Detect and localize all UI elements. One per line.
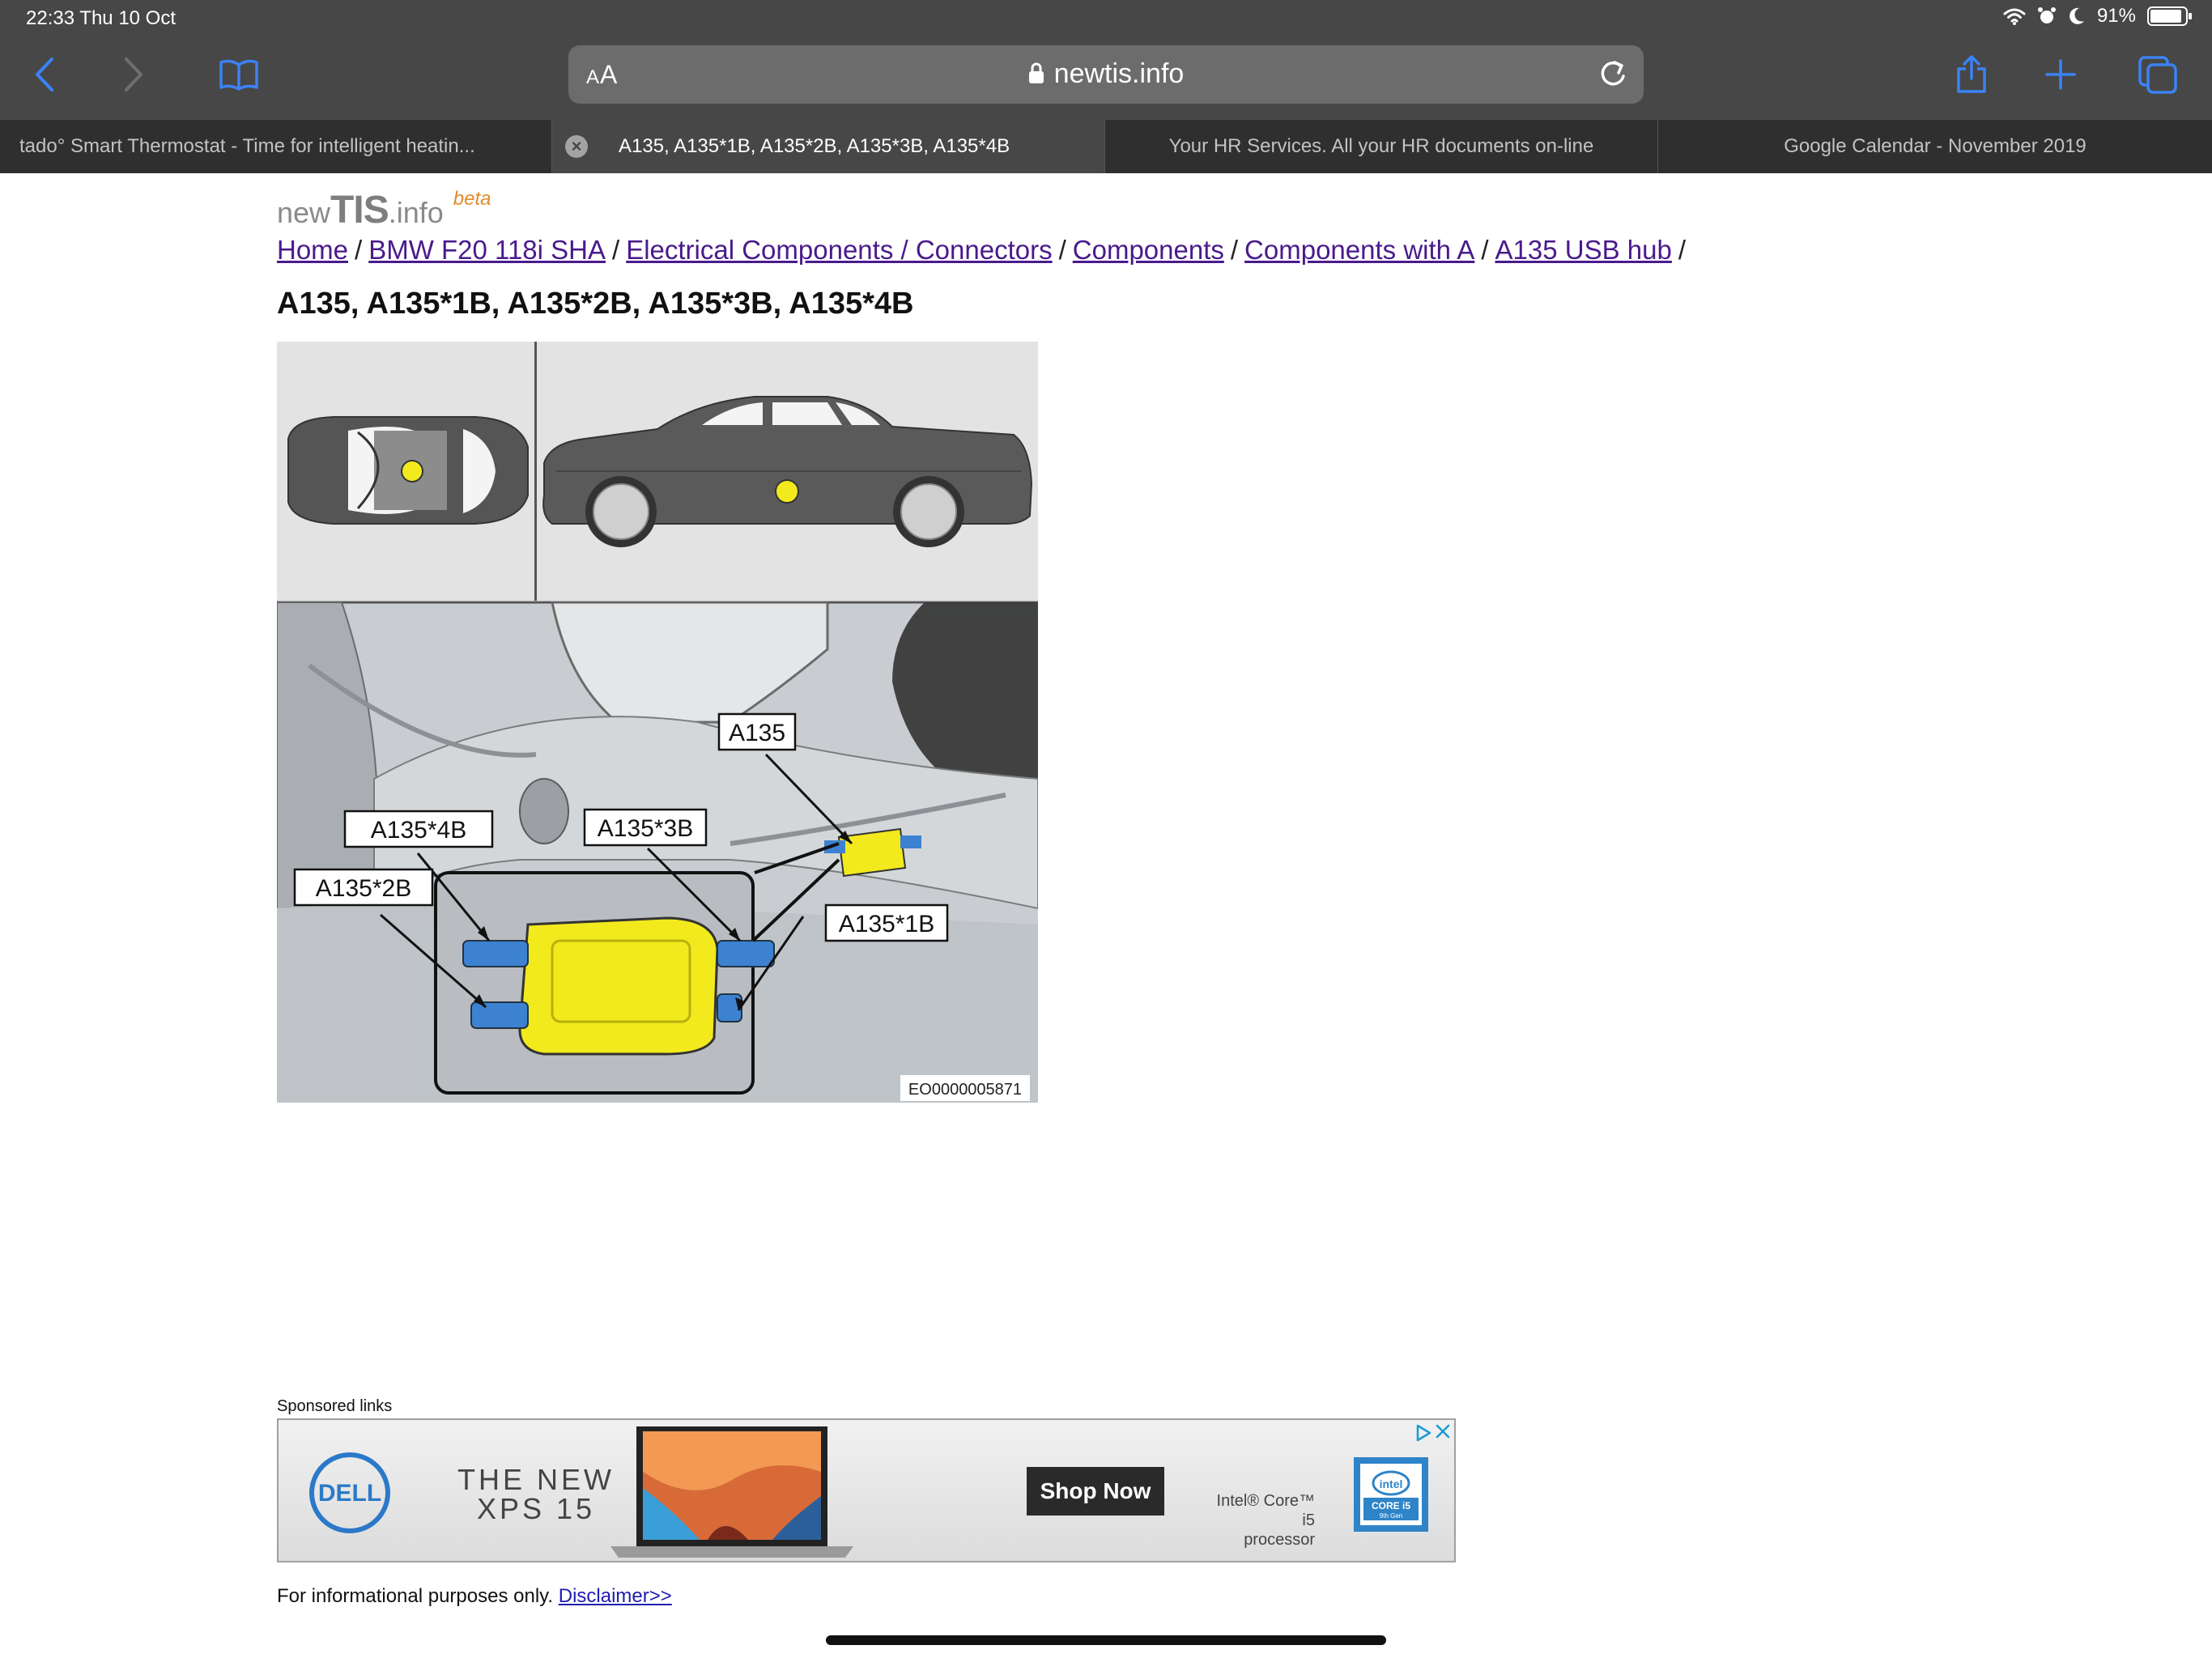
breadcrumb: Home / BMW F20 118i SHA / Electrical Compone… (277, 235, 1687, 265)
tab-bar: tado° Smart Thermostat - Time for intell… (0, 120, 2212, 173)
breadcrumb-home[interactable]: Home (277, 235, 348, 265)
address-bar[interactable]: AA newtis.info (568, 45, 1644, 104)
tabs-icon (2138, 56, 2177, 94)
url-text: newtis.info (1053, 58, 1185, 89)
tab-tado[interactable]: tado° Smart Thermostat - Time for intell… (0, 120, 552, 173)
sponsored-label: Sponsored links (277, 1397, 393, 1415)
close-ad-icon[interactable] (1433, 1422, 1453, 1441)
chevron-left-icon (36, 57, 53, 91)
footer-text: For informational purposes only. Disclai… (277, 1585, 672, 1607)
shop-now-button[interactable]: Shop Now (1027, 1467, 1164, 1516)
label-a135-2b: A135*2B (316, 875, 411, 902)
status-indicators: 91% (2003, 5, 2192, 28)
usb-hub-module (518, 916, 719, 1056)
svg-text:DELL: DELL (318, 1480, 381, 1507)
svg-text:CORE i5: CORE i5 (1372, 1500, 1410, 1511)
wifi-icon (2003, 8, 2026, 25)
home-indicator[interactable] (826, 1635, 1386, 1645)
battery-icon (2147, 6, 2192, 26)
back-button[interactable] (16, 37, 73, 112)
battery-level (2150, 10, 2181, 23)
tab-overview-button[interactable] (2125, 37, 2190, 112)
component-location-diagram: A135 A135*4B A135*3B A135*2B A135*1B EO0… (277, 342, 1038, 1103)
label-a135-1b: A135*1B (839, 911, 934, 937)
label-a135: A135 (729, 720, 785, 746)
label-a135-3b: A135*3B (598, 815, 693, 842)
lock-icon (1028, 62, 1044, 83)
breadcrumb-model[interactable]: BMW F20 118i SHA (368, 235, 606, 265)
close-tab-button[interactable]: × (565, 135, 588, 158)
breadcrumb-components[interactable]: Components (1073, 235, 1224, 265)
disclaimer-link[interactable]: Disclaimer>> (559, 1585, 672, 1607)
reload-button[interactable] (1597, 57, 1629, 95)
ad-intel-text: Intel® Core™ i5 processor (1216, 1492, 1315, 1549)
breadcrumb-usb-hub[interactable]: A135 USB hub (1495, 235, 1672, 265)
plus-icon (2045, 59, 2076, 90)
alarm-icon (2037, 7, 2056, 23)
intel-core-badge: intel CORE i5 9th Gen (1354, 1457, 1428, 1532)
status-bar: 22:33 Thu 10 Oct 91% (0, 0, 2212, 37)
browser-chrome: 22:33 Thu 10 Oct 91% AA newtis.info tado… (0, 0, 2212, 173)
forward-button[interactable] (105, 37, 162, 112)
ad-headline: THE NEW XPS 15 (457, 1463, 615, 1525)
site-logo[interactable]: newTIS.info beta (277, 188, 491, 232)
image-code: EO0000005871 (908, 1081, 1022, 1099)
car-top-view (287, 416, 529, 525)
page-title: A135, A135*1B, A135*2B, A135*3B, A135*4B (277, 287, 914, 321)
web-page: newTIS.info beta Home / BMW F20 118i SHA / El… (0, 173, 2212, 1658)
laptop-image (610, 1426, 853, 1558)
label-a135-4b: A135*4B (371, 817, 466, 844)
connector-2b (470, 1001, 529, 1029)
tab-a135-active[interactable]: A135, A135*1B, A135*2B, A135*3B, A135*4B (552, 120, 1105, 173)
status-time: 22:33 Thu 10 Oct (26, 7, 177, 29)
breadcrumb-electrical[interactable]: Electrical Components / Connectors (626, 235, 1052, 265)
ad-banner[interactable]: DELL THE NEW XPS 15 Shop Now Intel® Core… (277, 1418, 1456, 1562)
svg-text:intel: intel (1380, 1477, 1403, 1490)
location-marker-side (775, 479, 799, 504)
moon-icon (2069, 7, 2084, 24)
share-icon (1957, 55, 1986, 93)
location-marker-top (401, 460, 423, 483)
new-tab-button[interactable] (2032, 37, 2089, 112)
battery-percent: 91% (2096, 5, 2136, 27)
tab-hr-services[interactable]: Your HR Services. All your HR documents … (1105, 120, 1658, 173)
share-button[interactable] (1943, 37, 2000, 112)
bookmarks-button[interactable] (206, 37, 271, 112)
tab-google-calendar[interactable]: Google Calendar - November 2019 (1658, 120, 2212, 173)
connector-3b (717, 940, 775, 967)
breadcrumb-components-a[interactable]: Components with A (1244, 235, 1474, 265)
dell-logo: DELL (309, 1452, 390, 1533)
reload-icon (1601, 61, 1625, 86)
url-display[interactable]: newtis.info (568, 58, 1644, 90)
svg-text:9th Gen: 9th Gen (1380, 1512, 1402, 1520)
browser-toolbar: AA newtis.info (0, 37, 2212, 120)
connector-4b (462, 940, 529, 967)
beta-label: beta (453, 188, 491, 210)
book-icon (219, 59, 258, 91)
adchoices-icon[interactable] (1414, 1423, 1433, 1443)
chevron-right-icon (125, 57, 143, 91)
